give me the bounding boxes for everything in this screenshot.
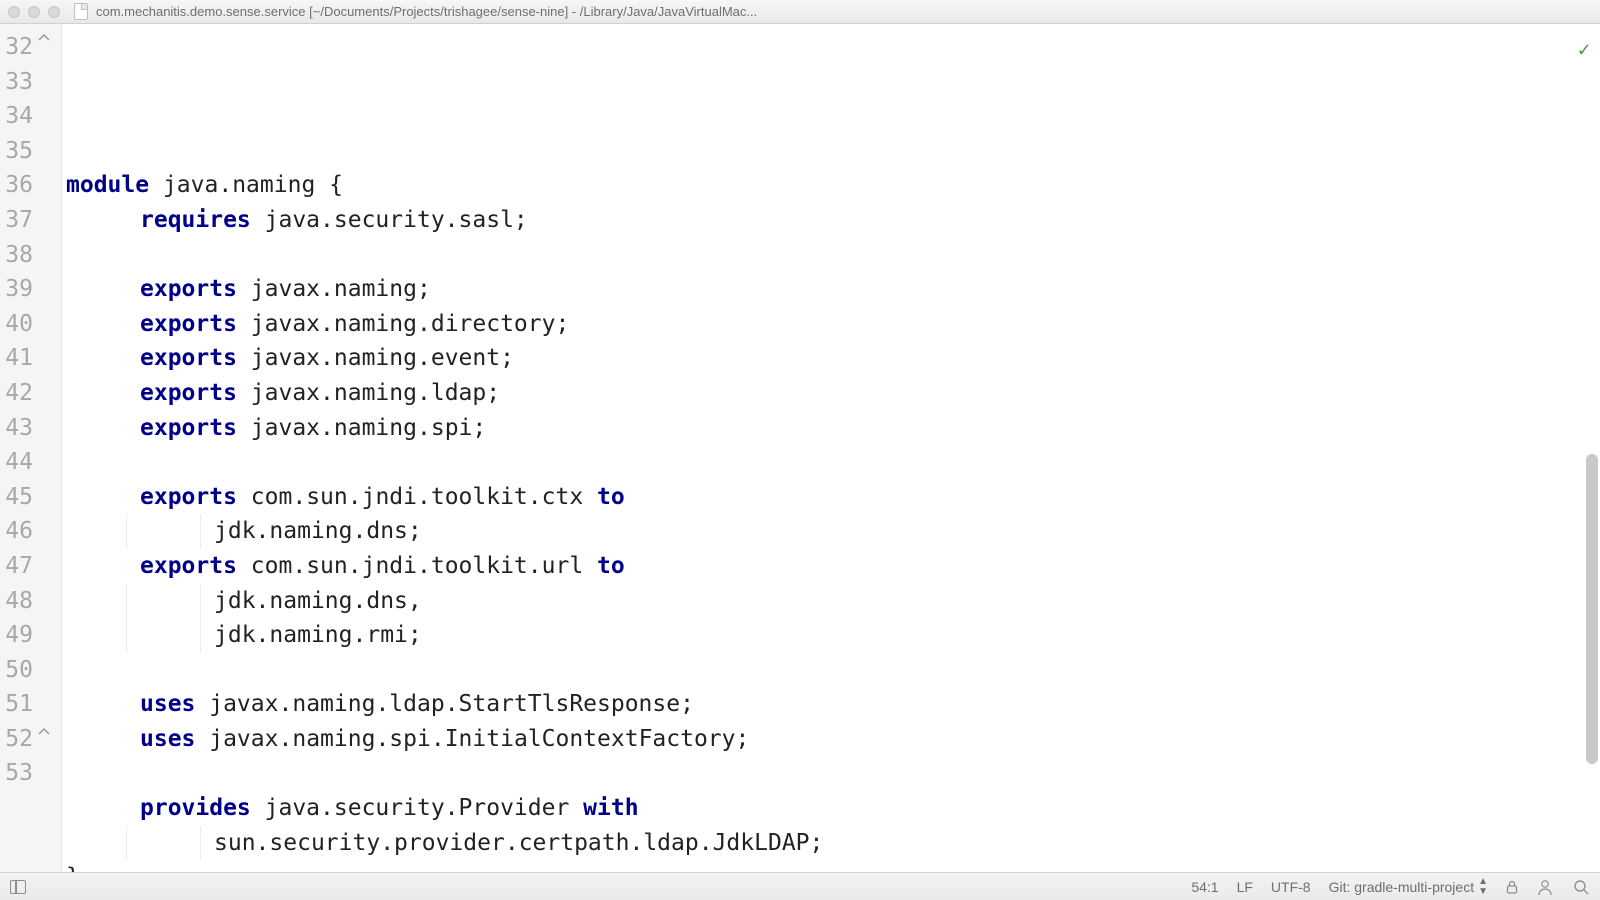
window-controls bbox=[8, 6, 60, 18]
tool-window-toggle[interactable] bbox=[10, 880, 26, 894]
code-line[interactable]: jdk.naming.dns, bbox=[66, 584, 1600, 619]
line-number[interactable]: 35 bbox=[0, 134, 33, 169]
hector-icon bbox=[1536, 878, 1554, 896]
code-line[interactable]: provides java.security.Provider with bbox=[66, 791, 1600, 826]
line-number[interactable]: 43 bbox=[0, 411, 33, 446]
line-number[interactable]: 33 bbox=[0, 65, 33, 100]
line-number[interactable]: 46 bbox=[0, 514, 33, 549]
window-title: com.mechanitis.demo.sense.service [~/Doc… bbox=[96, 4, 1592, 19]
code-line[interactable]: exports javax.naming.directory; bbox=[66, 307, 1600, 342]
line-number[interactable]: 44 bbox=[0, 445, 33, 480]
code-line[interactable]: jdk.naming.rmi; bbox=[66, 618, 1600, 653]
line-number[interactable]: 32 bbox=[0, 30, 33, 65]
code-line[interactable]: uses javax.naming.ldap.StartTlsResponse; bbox=[66, 687, 1600, 722]
caret-position[interactable]: 54:1 bbox=[1191, 879, 1218, 895]
chevron-updown-icon: ▲▼ bbox=[1478, 877, 1488, 897]
code-line[interactable]: jdk.naming.dns; bbox=[66, 514, 1600, 549]
search-everywhere[interactable] bbox=[1572, 878, 1590, 896]
line-number[interactable]: 38 bbox=[0, 238, 33, 273]
code-line[interactable]: requires java.security.sasl; bbox=[66, 203, 1600, 238]
code-line[interactable]: sun.security.provider.certpath.ldap.JdkL… bbox=[66, 826, 1600, 861]
line-number[interactable]: 48 bbox=[0, 584, 33, 619]
code-line[interactable] bbox=[66, 238, 1600, 273]
code-line[interactable]: uses javax.naming.spi.InitialContextFact… bbox=[66, 722, 1600, 757]
line-separator[interactable]: LF bbox=[1237, 879, 1253, 895]
status-bar: 54:1 LF UTF-8 Git: gradle-multi-project … bbox=[0, 872, 1600, 900]
line-number[interactable]: 47 bbox=[0, 549, 33, 584]
file-icon bbox=[74, 3, 88, 20]
line-number[interactable]: 51 bbox=[0, 687, 33, 722]
fold-expand-icon[interactable] bbox=[38, 726, 50, 738]
fold-stripe[interactable] bbox=[37, 24, 51, 872]
code-line[interactable]: exports com.sun.jndi.toolkit.ctx to bbox=[66, 480, 1600, 515]
zoom-window-button[interactable] bbox=[48, 6, 60, 18]
minimize-window-button[interactable] bbox=[28, 6, 40, 18]
inspection-ok-icon[interactable]: ✓ bbox=[1578, 32, 1590, 67]
line-number[interactable]: 39 bbox=[0, 272, 33, 307]
git-branch-label: Git: gradle-multi-project bbox=[1329, 879, 1475, 895]
code-line[interactable]: } bbox=[66, 860, 1600, 872]
line-number[interactable]: 49 bbox=[0, 618, 33, 653]
code-line[interactable] bbox=[66, 445, 1600, 480]
code-area[interactable]: ✓ module java.naming {requires java.secu… bbox=[62, 24, 1600, 872]
search-icon bbox=[1572, 878, 1590, 896]
line-number[interactable]: 36 bbox=[0, 168, 33, 203]
code-line[interactable]: exports com.sun.jndi.toolkit.url to bbox=[66, 549, 1600, 584]
code-line[interactable]: exports javax.naming.ldap; bbox=[66, 376, 1600, 411]
line-number[interactable]: 50 bbox=[0, 653, 33, 688]
editor[interactable]: 3233343536373839404142434445464748495051… bbox=[0, 24, 1600, 872]
code-line[interactable]: module java.naming { bbox=[66, 168, 1600, 203]
code-line[interactable] bbox=[66, 756, 1600, 791]
line-number[interactable]: 52 bbox=[0, 722, 33, 757]
code-line[interactable] bbox=[66, 653, 1600, 688]
titlebar: com.mechanitis.demo.sense.service [~/Doc… bbox=[0, 0, 1600, 24]
code-line[interactable]: exports javax.naming.spi; bbox=[66, 411, 1600, 446]
line-number[interactable]: 41 bbox=[0, 341, 33, 376]
line-number[interactable]: 45 bbox=[0, 480, 33, 515]
line-number[interactable]: 42 bbox=[0, 376, 33, 411]
line-number[interactable]: 53 bbox=[0, 756, 33, 791]
pane-icon bbox=[10, 880, 26, 894]
code-line[interactable]: exports javax.naming; bbox=[66, 272, 1600, 307]
fold-collapse-icon[interactable] bbox=[38, 34, 50, 46]
line-number[interactable]: 40 bbox=[0, 307, 33, 342]
code-line[interactable]: exports javax.naming.event; bbox=[66, 341, 1600, 376]
close-window-button[interactable] bbox=[8, 6, 20, 18]
line-number[interactable]: 34 bbox=[0, 99, 33, 134]
readonly-toggle[interactable] bbox=[1506, 880, 1518, 894]
hector-inspector[interactable] bbox=[1536, 878, 1554, 896]
git-branch-widget[interactable]: Git: gradle-multi-project ▲▼ bbox=[1329, 877, 1488, 897]
gutter[interactable]: 3233343536373839404142434445464748495051… bbox=[0, 24, 62, 872]
line-number[interactable]: 37 bbox=[0, 203, 33, 238]
file-encoding[interactable]: UTF-8 bbox=[1271, 879, 1311, 895]
lock-icon bbox=[1506, 880, 1518, 894]
